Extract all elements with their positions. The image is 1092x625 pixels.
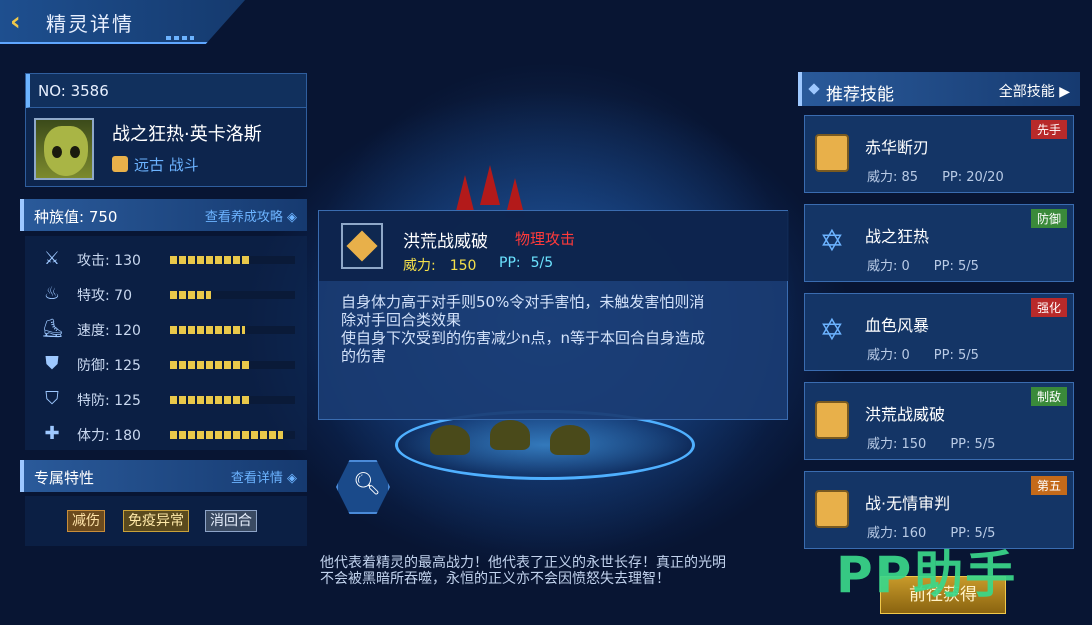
- shield-icon: ⛊: [45, 353, 59, 374]
- trait-bar: 专属特性 查看详情 ◈: [20, 460, 307, 492]
- pet-info-panel: NO: 3586 战之狂热·英卡洛斯 远古 战斗: [25, 73, 307, 187]
- watermark-logo: PP助手: [836, 546, 1018, 604]
- skill-badge: 制敌: [1030, 387, 1067, 406]
- diamond-icon: [808, 83, 820, 95]
- creature-claw: [550, 425, 590, 455]
- trait-tags: 减伤 免疫异常 消回合: [25, 496, 307, 546]
- recommended-skills-header: 推荐技能 全部技能 ▶: [798, 72, 1080, 106]
- star-skill-icon: ✡: [819, 313, 845, 348]
- skill-card-name: 洪荒战威破: [865, 405, 946, 424]
- skill-badge: 先手: [1030, 120, 1067, 139]
- skill-card-stats: 威力: 0 PP: 5/5: [867, 348, 979, 363]
- skill-card[interactable]: 赤华断刃 威力: 85 PP: 20/20 先手: [804, 115, 1074, 193]
- stat-bar: [170, 431, 295, 439]
- sword-icon: ⚔: [43, 248, 61, 269]
- skill-name: 洪荒战威破: [403, 232, 488, 252]
- pet-attributes: 远古 战斗: [112, 154, 199, 175]
- skill-power: 威力: 150: [403, 258, 477, 274]
- stat-row: ✚ 体力: 180: [25, 419, 307, 449]
- page-title: 精灵详情: [46, 12, 134, 36]
- skill-badge: 第五: [1030, 476, 1067, 495]
- skill-pp: PP: 5/5: [499, 255, 554, 271]
- top-bar: ‹ 精灵详情: [0, 0, 245, 44]
- attribute-icon: [112, 156, 128, 172]
- stat-row: ♨ 特攻: 70: [25, 279, 307, 309]
- race-value-label: 种族值: 750: [34, 208, 118, 226]
- skill-description: 自身体力高于对手则50%令对手害怕，未触发害怕则消 除对手回合类效果 使自身下次…: [341, 293, 706, 365]
- skill-scroll-icon: [341, 223, 383, 269]
- skill-type: 物理攻击: [515, 230, 576, 248]
- stat-label: 速度: 120: [77, 323, 141, 339]
- stat-row: ⛊ 防御: 125: [25, 349, 307, 379]
- trait-tag: 减伤: [67, 510, 105, 532]
- skill-badge: 防御: [1030, 209, 1067, 228]
- skill-card-name: 血色风暴: [865, 316, 930, 335]
- stat-label: 防御: 125: [77, 358, 141, 374]
- race-value-bar: 种族值: 750 查看养成攻略 ◈: [20, 199, 307, 231]
- stat-row: ⛉ 特防: 125: [25, 384, 307, 414]
- trait-detail-link[interactable]: 查看详情 ◈: [231, 467, 297, 486]
- magic-shield-icon: ⛉: [45, 388, 59, 409]
- creature-claw: [490, 420, 530, 450]
- creature-spike: [455, 175, 475, 215]
- pet-name: 战之狂热·英卡洛斯: [112, 124, 262, 145]
- stat-bar: [170, 256, 295, 264]
- stat-label: 特攻: 70: [77, 288, 132, 304]
- skill-card-name: 战之狂热: [865, 227, 930, 246]
- back-arrow-icon[interactable]: ‹: [10, 8, 34, 36]
- scroll-skill-icon: [815, 401, 849, 439]
- skill-card-name: 战·无情审判: [865, 494, 951, 513]
- flavor-text: 他代表着精灵的最高战力！他代表了正义的永世长存！真正的光明 不会被黑暗所吞噬，永…: [320, 555, 726, 587]
- health-icon: ✚: [44, 423, 60, 444]
- decor-dots: [166, 36, 194, 40]
- skill-card-stats: 威力: 85 PP: 20/20: [867, 170, 1004, 185]
- skill-card[interactable]: 洪荒战威破 威力: 150 PP: 5/5 制敌: [804, 382, 1074, 460]
- stat-label: 特防: 125: [77, 393, 141, 409]
- recommended-skills-title: 推荐技能: [826, 85, 894, 105]
- trait-label: 专属特性: [34, 469, 95, 487]
- stats-list: ⚔ 攻击: 130 ♨ 特攻: 70 ⛸ 速度: 120 ⛊ 防御: 125 ⛉…: [25, 236, 307, 450]
- scroll-skill-icon: [815, 490, 849, 528]
- training-guide-link[interactable]: 查看养成攻略 ◈: [205, 206, 297, 225]
- stat-bar: [170, 326, 295, 334]
- stat-row: ⛸ 速度: 120: [25, 314, 307, 344]
- skill-card-stats: 威力: 0 PP: 5/5: [867, 259, 979, 274]
- scroll-skill-icon: [815, 134, 849, 172]
- skill-card[interactable]: ✡ 血色风暴 威力: 0 PP: 5/5 强化: [804, 293, 1074, 371]
- skill-detail-header: 洪荒战威破 物理攻击 威力: 150 PP: 5/5: [319, 211, 789, 281]
- flame-icon: ♨: [43, 283, 61, 304]
- skill-detail-popup: 洪荒战威破 物理攻击 威力: 150 PP: 5/5 自身体力高于对手则50%令对手…: [318, 210, 789, 420]
- stat-bar: [170, 291, 295, 299]
- skill-badge: 强化: [1030, 298, 1067, 317]
- creature-claw: [430, 425, 470, 455]
- boot-icon: ⛸: [41, 318, 64, 339]
- pet-number: NO: 3586: [26, 74, 306, 108]
- stat-label: 攻击: 130: [77, 253, 141, 269]
- all-skills-link[interactable]: 全部技能 ▶: [999, 81, 1070, 101]
- skill-card[interactable]: ✡ 战之狂热 威力: 0 PP: 5/5 防御: [804, 204, 1074, 282]
- creature-spike: [480, 165, 500, 205]
- stat-bar: [170, 396, 295, 404]
- star-skill-icon: ✡: [819, 224, 845, 259]
- search-icon: 🔍︎: [353, 472, 381, 497]
- pet-avatar: [34, 118, 94, 180]
- stat-bar: [170, 361, 295, 369]
- trait-tag: 免疫异常: [123, 510, 189, 532]
- trait-tag: 消回合: [205, 510, 257, 532]
- stat-label: 体力: 180: [77, 428, 141, 444]
- skill-card-name: 赤华断刃: [865, 138, 930, 157]
- skill-card-stats: 威力: 150 PP: 5/5: [867, 437, 996, 452]
- stat-row: ⚔ 攻击: 130: [25, 244, 307, 274]
